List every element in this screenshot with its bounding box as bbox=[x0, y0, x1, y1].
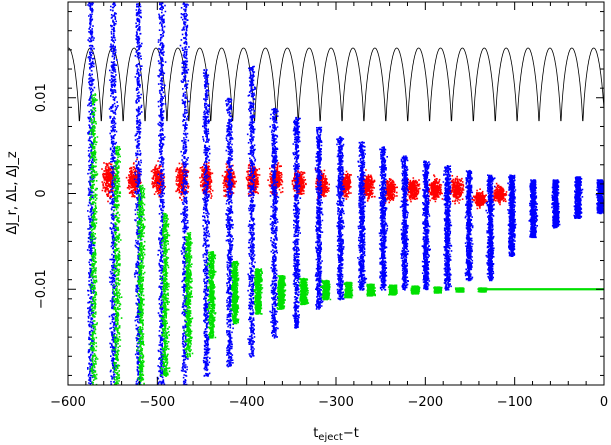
stripe-Jz-12 bbox=[366, 283, 376, 297]
y-tick-label: 0 bbox=[34, 189, 49, 197]
stripe-Jz-13 bbox=[387, 284, 398, 296]
x-tick-label: −100 bbox=[497, 395, 533, 410]
x-tick-label: −500 bbox=[139, 395, 175, 410]
points-Jz-16 bbox=[454, 287, 465, 293]
x-tick-label: −300 bbox=[318, 395, 354, 410]
points-Jz-11 bbox=[343, 281, 354, 299]
x-tick-label: −200 bbox=[407, 395, 443, 410]
chart-root: −600 −500 −400 −300 −200 −100 0 −0.01 0 0.01 teje… bbox=[0, 0, 611, 445]
points-Jz-14 bbox=[410, 285, 421, 295]
points-Jz-13 bbox=[387, 284, 398, 296]
points-Jz-15 bbox=[433, 286, 443, 294]
x-tick-label: −600 bbox=[50, 395, 86, 410]
y-tick-label: 0.01 bbox=[34, 83, 49, 112]
x-axis-label-sub: eject bbox=[318, 432, 343, 443]
points-Jz-12 bbox=[366, 283, 376, 297]
stripe-Jz-11 bbox=[343, 281, 354, 299]
x-tick-label: 0 bbox=[600, 395, 608, 410]
x-tick-label: −400 bbox=[229, 395, 265, 410]
stripe-L-21 bbox=[551, 179, 561, 229]
y-axis-label: ΔJ_r, ΔL, ΔJ_z bbox=[5, 151, 20, 234]
scatter-chart: −600 −500 −400 −300 −200 −100 0 −0.01 0 0.01 teje… bbox=[5, 1, 608, 443]
x-axis-label: teject−t bbox=[313, 426, 359, 443]
points-L-21 bbox=[551, 179, 561, 229]
stripe-Jz-15 bbox=[433, 286, 443, 294]
stripe-Jz-16 bbox=[454, 287, 465, 293]
x-axis-label-suffix: −t bbox=[343, 426, 359, 441]
y-tick-label: −0.01 bbox=[34, 269, 49, 309]
stripe-Jz-14 bbox=[410, 285, 421, 295]
